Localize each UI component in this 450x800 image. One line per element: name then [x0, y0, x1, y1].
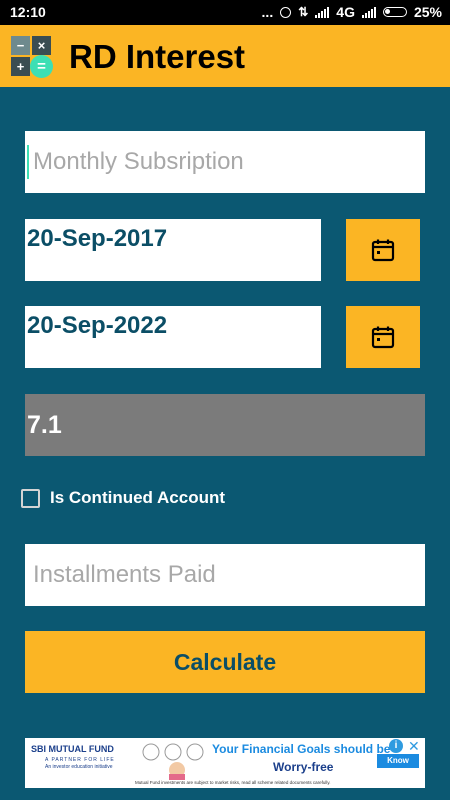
- start-date-picker-button[interactable]: [346, 219, 420, 281]
- ad-illustration-icon: [142, 743, 204, 780]
- end-date-field[interactable]: 20-Sep-2022: [25, 306, 321, 368]
- battery-percent: 25%: [413, 4, 442, 20]
- equals-glyph: =: [30, 55, 53, 78]
- continued-account-checkbox[interactable]: [21, 488, 40, 508]
- calculate-button[interactable]: Calculate: [25, 631, 425, 693]
- signal-1-icon: [315, 6, 330, 18]
- end-date-picker-button[interactable]: [346, 306, 420, 368]
- ad-subtagline: An investor education initiative: [45, 764, 113, 770]
- continued-account-label: Is Continued Account: [50, 488, 226, 507]
- plus-glyph: +: [11, 57, 30, 76]
- more-notifications-icon: ...: [261, 4, 274, 20]
- signal-2-icon: [361, 6, 376, 18]
- times-glyph: ×: [32, 36, 51, 55]
- monthly-subscription-field: [25, 131, 425, 193]
- ad-info-icon[interactable]: i: [389, 739, 403, 753]
- status-time: 12:10: [10, 4, 46, 20]
- app-bar: − × + = RD Interest: [0, 25, 450, 87]
- network-type-label: 4G: [336, 4, 355, 20]
- ad-brand: SBI MUTUAL FUND: [31, 744, 114, 754]
- interest-rate-value: 7.1: [27, 411, 62, 439]
- ad-tagline: A PARTNER FOR LIFE: [45, 757, 115, 763]
- data-transfer-icon: ⇅: [298, 5, 309, 19]
- ad-headline-2: Worry-free: [273, 760, 334, 774]
- ad-know-more-button[interactable]: Know More: [377, 754, 419, 779]
- minus-glyph: −: [11, 36, 30, 55]
- installments-paid-field: [25, 544, 425, 606]
- status-bar: 12:10 ... ⇅ 4G 25%: [0, 0, 450, 25]
- calculator-icon: − × + =: [11, 36, 53, 78]
- monthly-subscription-input[interactable]: [25, 131, 425, 193]
- continued-account-row[interactable]: Is Continued Account: [21, 488, 225, 508]
- start-date-field[interactable]: 20-Sep-2017: [25, 219, 321, 281]
- calendar-icon: [371, 326, 395, 349]
- alarm-icon: [280, 6, 292, 18]
- ad-disclaimer: Mutual Fund investments are subject to m…: [135, 780, 331, 785]
- ad-close-icon[interactable]: ✕: [408, 738, 420, 755]
- interest-rate-field[interactable]: 7.1: [25, 394, 425, 456]
- text-caret: [27, 145, 29, 179]
- end-date-value: 20-Sep-2022: [27, 312, 168, 339]
- ad-banner[interactable]: SBI MUTUAL FUND A PARTNER FOR LIFE An in…: [25, 738, 425, 788]
- calendar-icon: [371, 239, 395, 262]
- battery-icon: [382, 7, 407, 17]
- status-icons: ... ⇅ 4G 25%: [262, 4, 442, 20]
- installments-paid-input[interactable]: [25, 544, 425, 606]
- start-date-value: 20-Sep-2017: [27, 225, 168, 252]
- ad-headline: Your Financial Goals should be: [212, 742, 391, 756]
- app-title: RD Interest: [69, 38, 246, 75]
